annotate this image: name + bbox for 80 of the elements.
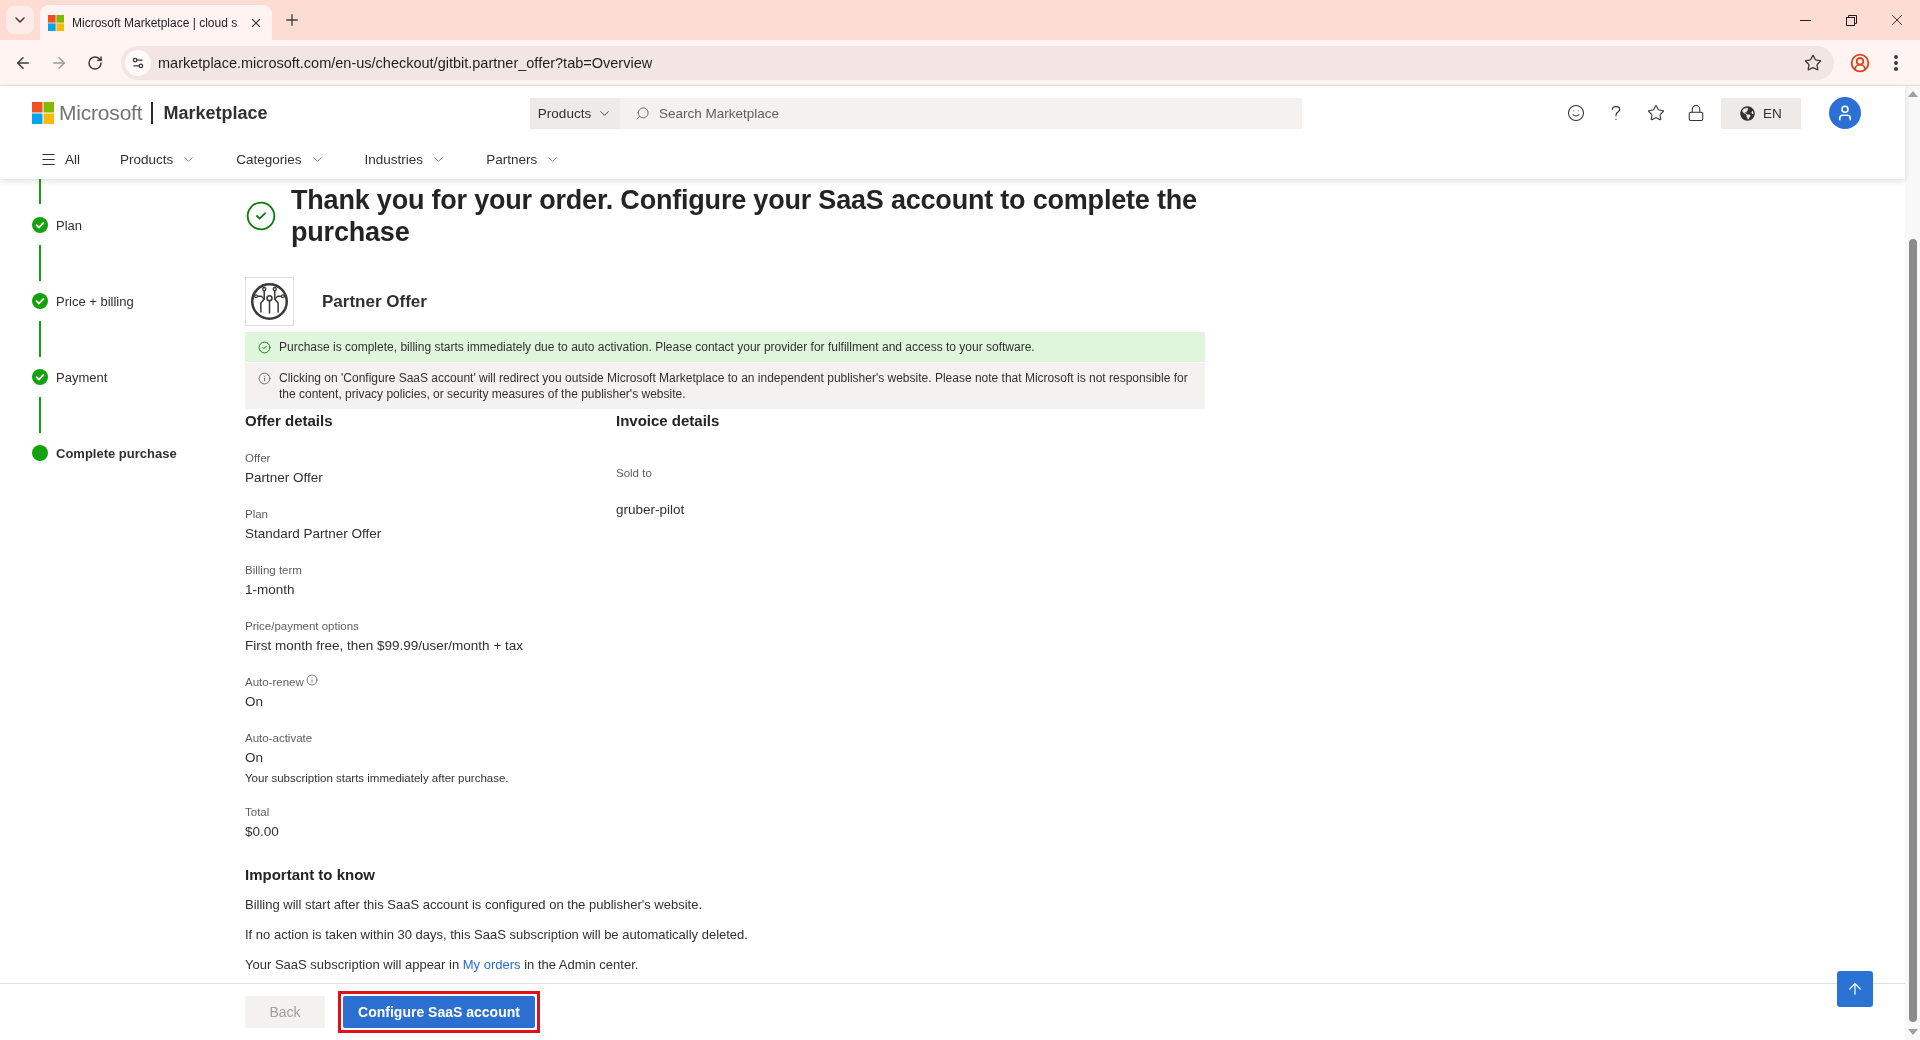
step-connector [39, 179, 41, 204]
site-name[interactable]: Marketplace [163, 102, 268, 124]
step-connector [39, 397, 41, 433]
menu-icon [40, 151, 57, 168]
page-title: Thank you for your order. Configure your SaaS account to complete the purchase [291, 184, 1198, 248]
field-label: Auto-activate [245, 731, 313, 746]
tab-title: Microsoft Marketplace | cloud s [72, 15, 239, 30]
sliders-icon [131, 55, 145, 70]
field-value: On [245, 693, 264, 711]
info-text: Your SaaS subscription will appear in My orders in the Admin center. [245, 956, 640, 974]
url-text: marketplace.microsoft.com/en-us/checkout/gitbit.partner_offer?tab=Overview [158, 54, 654, 71]
star-icon [1647, 104, 1665, 122]
field-note: Your subscription starts immediately after purchase. [245, 771, 510, 786]
info-icon[interactable] [305, 674, 318, 686]
minimize-icon [1799, 19, 1811, 21]
step-label: Payment [56, 369, 108, 385]
globe-icon [1740, 105, 1756, 121]
configure-button[interactable]: Configure SaaS account [343, 996, 535, 1028]
field-value: $0.00 [245, 823, 280, 841]
scroll-to-top-button[interactable] [1837, 971, 1873, 1007]
field-value: 1-month [245, 581, 296, 599]
circuit-logo-icon [245, 277, 294, 326]
reload-icon [87, 54, 103, 71]
field-label: Price/payment options [245, 619, 359, 634]
field-label: Total [245, 805, 270, 820]
more-icon [1894, 54, 1898, 71]
info-text: Billing will start after this SaaS account is configured on the publisher's website. [245, 896, 703, 914]
field-label: Plan [245, 507, 269, 522]
address-bar[interactable]: marketplace.microsoft.com/en-us/checkout/gitbit.partner_offer?tab=Overview [121, 45, 1834, 80]
step-label: Complete purchase [56, 445, 177, 461]
field-value: gruber-pilot [616, 501, 686, 519]
scrollbar-thumb[interactable] [1908, 239, 1917, 1022]
plus-icon [283, 11, 301, 29]
field-label: Billing term [245, 563, 302, 578]
scroll-down-icon[interactable] [1907, 1029, 1918, 1035]
tab-favicon-icon [48, 14, 64, 31]
profile-icon [1850, 52, 1870, 73]
step-connector [39, 245, 41, 281]
nav-menu-item[interactable]: Products [112, 144, 205, 175]
nav-menu-item[interactable]: Categories [228, 144, 333, 175]
site-info-button[interactable] [125, 49, 151, 76]
step-connector [39, 321, 41, 357]
restore-icon [1845, 14, 1857, 26]
orders-link[interactable]: My orders [462, 957, 521, 972]
account-avatar[interactable] [1829, 97, 1861, 129]
field-value: Standard Partner Offer [245, 525, 383, 543]
offer-name: Partner Offer [322, 291, 427, 312]
banner-text: Clicking on 'Configure SaaS account' will redirect you outside Microsoft Marketplace to an independent publisher's website. Please note that Microsoft is not responsible for the content, privacy policies, or security measures of the publisher's website. [279, 370, 1189, 402]
field-value: On [245, 749, 264, 767]
field-label: Auto-renew [245, 675, 304, 690]
tab-list-button[interactable] [6, 6, 34, 34]
microsoft-logo-icon [32, 102, 54, 124]
field-label: Offer [245, 451, 271, 466]
section-heading: Important to know [245, 865, 376, 885]
banner-text: Purchase is complete, billing starts immediately due to auto activation. Please contact your provider for fulfillment and access to your software. [279, 339, 1035, 355]
person-icon [1836, 104, 1854, 122]
field-label: Sold to [616, 466, 652, 481]
bookmark-star-icon[interactable] [1804, 53, 1822, 72]
search-scope-dropdown[interactable]: Products [530, 97, 620, 129]
check-circle-icon [245, 200, 277, 232]
all-menu-button[interactable]: All [32, 144, 88, 175]
lock-icon [1687, 104, 1705, 122]
step-label: Price + billing [56, 293, 134, 309]
info-text: If no action is taken within 30 days, this SaaS subscription will be automatically deleted. [245, 926, 749, 944]
search-field[interactable]: Search Marketplace [620, 97, 1302, 129]
step-label: Plan [56, 217, 83, 233]
brand-name[interactable]: Microsoft [59, 101, 143, 125]
nav-menu-item[interactable]: Industries [356, 144, 455, 175]
check-circle-icon [258, 341, 271, 354]
field-value: Partner Offer [245, 469, 324, 487]
info-icon [258, 372, 271, 385]
scroll-up-icon[interactable] [1907, 91, 1918, 97]
field-value: First month free, then $99.99/user/month + tax [245, 637, 525, 655]
search-icon [635, 105, 650, 121]
section-heading: Offer details [245, 411, 334, 431]
language-button[interactable]: EN [1721, 97, 1801, 129]
browser-tab[interactable]: Microsoft Marketplace | cloud s [40, 5, 272, 40]
nav-menu-item[interactable]: Partners [478, 144, 569, 175]
section-heading: Invoice details [616, 411, 721, 431]
smiley-icon [1567, 104, 1585, 122]
